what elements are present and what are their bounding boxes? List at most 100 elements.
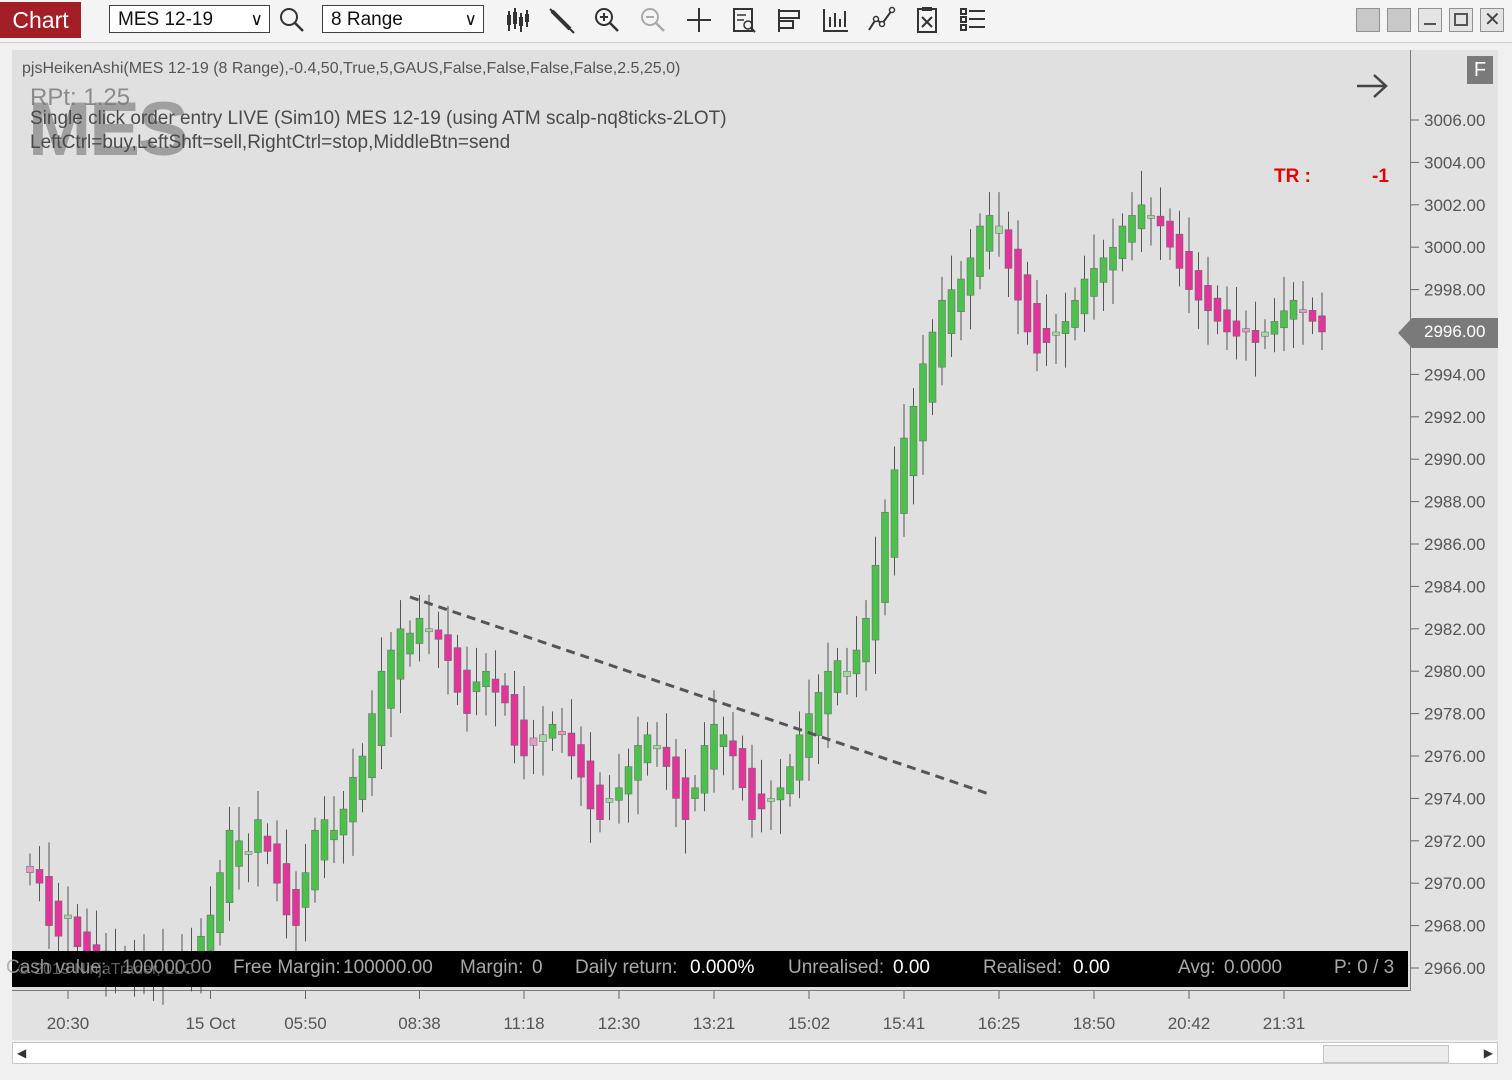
candle-body	[624, 766, 633, 795]
candle-body	[1004, 229, 1013, 269]
candle-body	[64, 914, 72, 919]
time-axis-label: 13:21	[693, 1014, 736, 1033]
candle-body	[1071, 299, 1079, 328]
candle-body	[957, 278, 965, 312]
price-axis-label: 2994.00	[1424, 365, 1485, 384]
candle-body	[643, 734, 652, 764]
candle-body	[814, 692, 823, 736]
time-axis-label: 16:25	[978, 1014, 1021, 1033]
candle-body	[1318, 315, 1326, 333]
candle-body	[396, 628, 405, 680]
price-axis-label: 2982.00	[1424, 620, 1485, 639]
candle-body	[1175, 233, 1184, 269]
candle-body	[862, 617, 870, 663]
candle-body	[311, 829, 319, 891]
candle-body	[216, 872, 224, 934]
scroll-right-icon[interactable]: ▶	[1484, 1046, 1493, 1060]
candle-body	[938, 299, 946, 368]
candle-body	[1242, 328, 1250, 333]
time-axis-label: 15:41	[883, 1014, 926, 1033]
candle-body	[434, 629, 443, 640]
candle-body	[292, 888, 300, 926]
candle-body	[1261, 331, 1269, 337]
candle-body	[529, 737, 538, 746]
candle-body	[1289, 299, 1298, 320]
candle-body	[738, 748, 747, 789]
price-axis-label: 2992.00	[1424, 408, 1485, 427]
scroll-left-icon[interactable]: ◀	[17, 1046, 26, 1060]
candle-body	[776, 787, 785, 801]
candle-body	[947, 289, 956, 334]
candle-body	[539, 734, 547, 742]
candle-body	[1080, 278, 1089, 315]
candle-body	[909, 405, 918, 477]
candle-body	[235, 840, 243, 867]
price-marker-value: 2996.00	[1424, 322, 1486, 341]
candle-body	[1014, 248, 1022, 301]
candle-body	[558, 730, 566, 736]
time-axis-label: 20:42	[1168, 1014, 1211, 1033]
candle-body	[1213, 297, 1222, 322]
candle-body	[805, 713, 813, 758]
candle-body	[1099, 257, 1108, 283]
daily-return-value: 0.000%	[690, 957, 755, 978]
candle-body	[1166, 220, 1174, 248]
price-axis-label: 3002.00	[1424, 196, 1485, 215]
candle-body	[1109, 246, 1117, 271]
candle-body	[54, 900, 63, 937]
candle-body	[273, 843, 281, 884]
time-axis-label: 08:38	[398, 1014, 441, 1033]
price-axis-label: 2986.00	[1424, 535, 1485, 554]
candle-body	[795, 734, 804, 781]
candle-body	[444, 634, 452, 661]
horizontal-scrollbar[interactable]: ◀ ▶	[12, 1042, 1498, 1064]
candle-body	[729, 740, 737, 757]
candle-body	[691, 787, 699, 799]
unrealised-label: Unrealised:	[788, 957, 885, 978]
candle-body	[26, 865, 34, 873]
candle-body	[406, 632, 414, 655]
price-axis-label: 2980.00	[1424, 662, 1485, 681]
candle-body	[1251, 330, 1260, 343]
candle-body	[985, 215, 994, 252]
avg-label: Avg:	[1178, 957, 1216, 978]
candle-body	[482, 670, 490, 688]
candle-body	[871, 564, 880, 641]
price-axis-label: 2978.00	[1424, 705, 1485, 724]
candle-body	[1280, 310, 1288, 329]
time-axis-label: 11:18	[503, 1014, 544, 1033]
candle-body	[45, 876, 53, 926]
candle-body	[472, 681, 481, 693]
price-axis-label: 2984.00	[1424, 577, 1485, 596]
candle-body	[1090, 268, 1098, 297]
candle-body	[425, 628, 433, 633]
price-axis-label: 2968.00	[1424, 917, 1485, 936]
candle-body	[206, 914, 215, 951]
margin-label: Margin:	[460, 957, 524, 978]
account-info-bar: Cash value: 100000.00 © 2019 NinjaTrader…	[6, 951, 1408, 987]
time-axis-label: 15 Oct	[185, 1014, 235, 1033]
candle-body	[1223, 309, 1231, 333]
free-margin-label: Free Margin:	[233, 957, 341, 978]
price-axis-label: 3000.00	[1424, 238, 1485, 257]
candle-body	[653, 745, 661, 750]
candle-body	[1147, 215, 1155, 219]
candle-body	[662, 746, 671, 767]
candle-body	[1270, 321, 1279, 335]
candle-body	[1023, 274, 1032, 333]
copyright-text: © 2019 NinjaTrader, LLC	[18, 961, 195, 978]
price-axis-label: 2998.00	[1424, 281, 1485, 300]
margin-value: 0	[532, 957, 543, 978]
unrealised-value: 0.00	[893, 957, 930, 978]
time-axis-label: 12:30	[598, 1014, 641, 1033]
candle-body	[890, 469, 899, 558]
candle-body	[1185, 251, 1193, 290]
scroll-thumb[interactable]	[1323, 1045, 1449, 1063]
time-axis-label: 21:31	[1263, 1014, 1306, 1033]
candle-body	[995, 225, 1003, 234]
candle-body	[73, 916, 82, 948]
candle-body	[368, 713, 376, 779]
candlestick-chart: 3006.00 3004.00 3002.00 3000.00 2998.00 2996.…	[26, 111, 1485, 1033]
candle-body	[1156, 215, 1165, 227]
candle-body	[596, 784, 604, 820]
